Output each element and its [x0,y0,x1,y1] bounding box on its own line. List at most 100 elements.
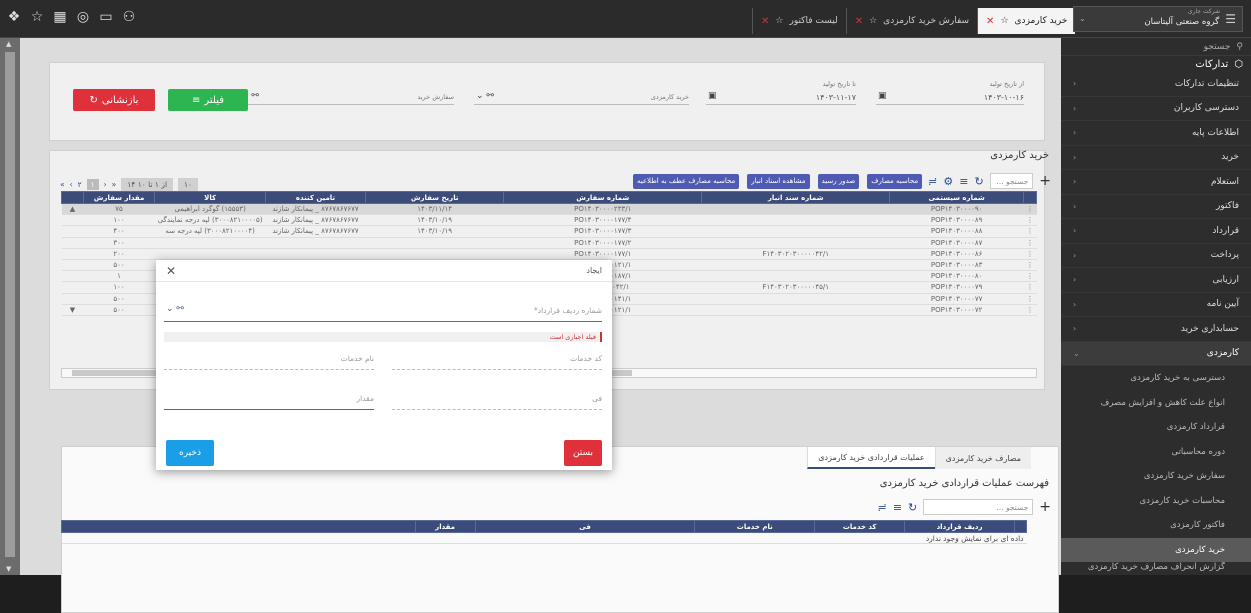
row-menu-icon[interactable]: ⋮ [1023,214,1037,227]
scroll-track[interactable] [61,248,84,260]
sidebar-item-open[interactable]: کارمزدی ⌄ [1061,341,1251,366]
add-icon[interactable]: + [1039,173,1051,189]
sidebar-section[interactable]: ⬡ تدارکات [1061,56,1251,72]
filter-button[interactable]: ≡ فیلتر [168,89,248,111]
scroll-up-icon[interactable]: ▲ [6,40,11,48]
company-selector[interactable]: ☰ شرکت جاری گروه صنعتی آلیتاسان ⌄ [1073,6,1243,32]
row-menu-icon[interactable]: ⋮ [1023,270,1037,283]
tab-2[interactable]: لیست فاکتور ☆ ✕ [752,8,846,34]
table-header[interactable]: شماره سند انبار [701,191,891,204]
table-row[interactable]: ⋮ POP۱۴۰۳۰۰۰۰۸۶ F۱۴۰۳۰۲۰۳۰۰۰۰۰۴۲/۱ PO۱۴۰۳۰۰… [61,248,1037,260]
table-header[interactable]: تامین کننده [265,191,366,204]
scroll-thumb[interactable] [5,52,15,557]
from-date-field[interactable]: از تاریخ تولید ۱۴۰۳-۱۰-۱۶ ▣ [876,77,1024,105]
sidebar-item[interactable]: تنظیمات تدارکات ‹ [1061,72,1251,97]
search-icon[interactable]: ⚲ [1236,42,1243,52]
close-icon[interactable]: ✕ [761,16,769,27]
star-icon[interactable]: ☆ [775,16,783,26]
sidebar-subitem[interactable]: فاکتور کارمزدی [1061,513,1251,538]
tab-0[interactable]: خرید کارمزدی ☆ ✕ [977,8,1076,34]
scroll-track[interactable] [61,225,84,238]
action-receipt-button[interactable]: صدور رسید [817,173,860,189]
refresh-icon[interactable]: ↻ [974,175,983,188]
prev-page-icon[interactable]: ‹ [70,180,73,189]
link-chevron-icon[interactable]: ⚯ ⌄ [476,91,494,101]
sidebar-search[interactable]: ⚲ جستجو [1061,38,1251,56]
page-scrollbar[interactable]: ▲ ▼ [0,38,20,575]
sidebar-subitem[interactable]: سفارش خرید کارمزدی [1061,464,1251,489]
calendar-icon[interactable]: ▦ [52,9,68,25]
folder-icon[interactable]: ▭ [98,9,114,25]
table-header[interactable]: فی [474,520,696,533]
action-compute-button[interactable]: محاسبه مصارف [867,173,923,189]
scroll-track[interactable] [61,237,84,249]
filter-icon[interactable]: ≒ [928,175,937,188]
tab-contract-ops[interactable]: عملیات قراردادی خرید کارمزدی [807,447,935,469]
row-menu-icon[interactable]: ⋮ [1023,293,1037,305]
star-icon[interactable]: ☆ [29,9,45,25]
star-icon[interactable]: ☆ [869,16,877,26]
sidebar-item[interactable]: فاکتور ‹ [1061,195,1251,219]
page-current[interactable]: ۱ [86,179,99,190]
table-header[interactable]: ردیف قرارداد [904,520,1016,533]
refresh-icon[interactable]: ↻ [908,501,917,514]
next-page-icon[interactable]: › [104,180,107,189]
sidebar-item[interactable]: قرارداد ‹ [1061,219,1251,244]
tab-1[interactable]: سفارش خرید کارمزدی ☆ ✕ [845,8,977,34]
table-header[interactable]: شماره سیستمی [889,191,1024,204]
table-header[interactable]: تاریخ سفارش [364,191,505,204]
scroll-up-icon[interactable]: ▲ [61,203,84,216]
sidebar-item[interactable]: خرید ‹ [1061,146,1251,170]
close-button[interactable]: بستن [564,440,602,466]
table-row[interactable]: ⋮ POP۱۴۰۳۰۰۰۰۸۸ PO۱۴۰۳۰۰۰۰۱۷۷/۳ ۱۴۰۳/۱۰/۱۹ ۸… [61,225,1037,238]
close-icon[interactable]: ✕ [166,264,176,278]
scroll-down-icon[interactable]: ▼ [61,304,84,316]
close-icon[interactable]: ✕ [986,16,994,27]
action-view-docs-button[interactable]: مشاهده اسناد انبار [747,173,810,189]
service-name-field[interactable]: نام خدمات [164,348,374,370]
sidebar-item[interactable]: پرداخت ‹ [1061,244,1251,268]
first-page-icon[interactable]: « [60,180,65,189]
list-icon[interactable]: ≡ [959,175,968,188]
row-menu-icon[interactable]: ⋮ [1023,304,1037,316]
contract-row-field[interactable]: شماره ردیف قرارداد* ⚯ ⌄ [164,300,602,322]
price-field[interactable]: فی [392,388,602,410]
sidebar-subitem[interactable]: گزارش انحراف مصارف خرید کارمزدی [1061,562,1251,572]
row-menu-icon[interactable]: ⋮ [1023,248,1037,260]
sidebar-item[interactable]: دسترسی کاربران ‹ [1061,97,1251,121]
quantity-field[interactable]: مقدار [164,388,374,410]
reset-button[interactable]: ↻ بازنشانی [73,89,155,111]
table-row[interactable]: ⋮ POP۱۴۰۳۰۰۰۰۸۷ PO۱۴۰۳۰۰۰۰۱۷۷/۲ ۳۰۰ [61,237,1037,249]
sidebar-item[interactable]: ارزیابی ‹ [1061,268,1251,293]
purchase-field[interactable]: خرید کارمزدی ⚯ ⌄ [474,77,689,105]
row-menu-icon[interactable]: ⋮ [1023,259,1037,272]
sidebar-subitem[interactable]: قرارداد کارمزدی [1061,415,1251,440]
sidebar-subitem[interactable]: محاسبات خرید کارمزدی [1061,489,1251,514]
row-menu-icon[interactable]: ⋮ [1023,237,1037,249]
calendar-icon[interactable]: ▣ [708,91,717,101]
sidebar-subitem[interactable]: دوره محاسباتی [1061,440,1251,465]
sidebar-item[interactable]: حسابداری خرید ‹ [1061,317,1251,342]
star-icon[interactable]: ☆ [1000,16,1008,26]
order-field[interactable]: سفارش خرید ⚯ ⌄ [239,77,454,105]
scroll-track[interactable] [61,214,84,227]
row-menu-icon[interactable]: ⋮ [1023,225,1037,238]
save-button[interactable]: ذخیره [166,440,214,466]
to-date-field[interactable]: تا تاریخ تولید ۱۴۰۳-۱۱-۱۷ ▣ [706,77,856,105]
add-icon[interactable]: + [1039,499,1051,515]
filter-icon[interactable]: ≒ [878,501,887,514]
page-size-select[interactable]: ۱۰ [178,178,199,191]
last-page-icon[interactable]: » [112,180,117,189]
action-compute-notice-button[interactable]: محاسبه مصارف عطف به اطلاعیه [633,173,740,189]
calendar-icon[interactable]: ▣ [878,91,887,101]
service-code-field[interactable]: کد خدمات [392,348,602,370]
scroll-down-icon[interactable]: ▼ [6,565,11,573]
scroll-track[interactable] [61,270,84,283]
table-header[interactable]: نام خدمات [694,520,816,533]
sidebar-item[interactable]: استعلام ‹ [1061,170,1251,195]
sidebar-item[interactable]: آیین نامه ‹ [1061,293,1251,317]
user-icon[interactable]: ⚇ [121,9,137,25]
row-menu-icon[interactable]: ⋮ [1023,203,1037,216]
close-icon[interactable]: ✕ [855,16,863,27]
table-header[interactable]: مقدار سفارش [82,191,156,204]
